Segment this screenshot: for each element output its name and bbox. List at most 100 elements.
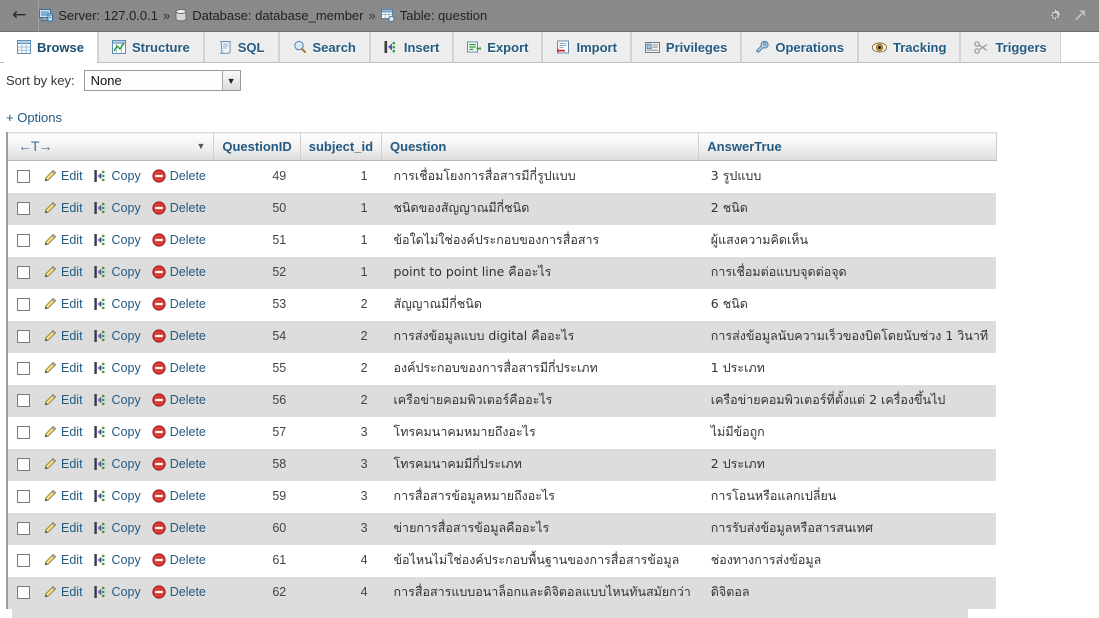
cell-answertrue: ผู้แสงความคิดเห็น xyxy=(710,232,809,247)
tab-search[interactable]: Search xyxy=(278,32,370,62)
edit-link[interactable]: Edit xyxy=(43,553,83,567)
tab-privileges[interactable]: Privileges xyxy=(630,32,742,62)
row-checkbox[interactable] xyxy=(17,297,30,311)
tab-browse[interactable]: Browse xyxy=(4,32,98,63)
gear-icon[interactable] xyxy=(1047,8,1063,24)
options-toggle-link[interactable]: + Options xyxy=(6,110,62,125)
header-questionid[interactable]: QuestionID xyxy=(213,132,301,161)
back-button[interactable]: ← xyxy=(6,7,36,24)
caret-down-icon[interactable]: ▼ xyxy=(196,141,205,151)
delete-icon xyxy=(152,361,166,375)
copy-link[interactable]: Copy xyxy=(93,521,141,535)
edit-link[interactable]: Edit xyxy=(43,457,83,471)
table-row[interactable]: Edit Copy Delete 61 4 ข้อไหนไม่ใช่องค์ประกอบพ… xyxy=(6,544,997,577)
delete-link[interactable]: Delete xyxy=(152,393,206,407)
delete-link[interactable]: Delete xyxy=(152,297,206,311)
tab-tracking[interactable]: Tracking xyxy=(857,32,961,62)
edit-link[interactable]: Edit xyxy=(43,361,83,375)
breadcrumb-table[interactable]: Table: question xyxy=(380,8,487,23)
table-row[interactable]: Edit Copy Delete 58 3 โทรคมนาคมมีกี่ประเภท 2 ป… xyxy=(6,448,997,481)
delete-link[interactable]: Delete xyxy=(152,585,206,599)
tab-insert[interactable]: Insert xyxy=(369,32,454,62)
row-checkbox[interactable] xyxy=(17,169,30,183)
delete-link[interactable]: Delete xyxy=(152,329,206,343)
copy-link[interactable]: Copy xyxy=(93,265,141,279)
delete-link[interactable]: Delete xyxy=(152,169,206,183)
header-subject-id[interactable]: subject_id xyxy=(300,132,383,161)
table-row[interactable]: Edit Copy Delete 59 3 การสื่อสารข้อมูลหมายถึง… xyxy=(6,480,997,513)
breadcrumb-server[interactable]: Server: 127.0.0.1 xyxy=(39,8,158,23)
tab-structure[interactable]: Structure xyxy=(97,32,204,62)
copy-link[interactable]: Copy xyxy=(93,489,141,503)
arrow-icon[interactable]: ↗ xyxy=(1073,7,1087,24)
delete-link[interactable]: Delete xyxy=(152,361,206,375)
row-checkbox[interactable] xyxy=(17,425,30,439)
delete-link[interactable]: Delete xyxy=(152,553,206,567)
edit-link[interactable]: Edit xyxy=(43,329,83,343)
row-checkbox[interactable] xyxy=(17,585,30,599)
table-row[interactable]: Edit Copy Delete 56 2 เครือข่ายคอมพิวเตอร์คือ… xyxy=(6,384,997,417)
tab-operations[interactable]: Operations xyxy=(741,32,858,62)
edit-link[interactable]: Edit xyxy=(43,585,83,599)
row-checkbox[interactable] xyxy=(17,521,30,535)
row-checkbox[interactable] xyxy=(17,265,30,279)
table-row[interactable]: Edit Copy Delete 55 2 องค์ประกอบของการสื่อสาร… xyxy=(6,352,997,385)
sort-by-key-select[interactable]: None ▼ xyxy=(83,70,241,91)
delete-link[interactable]: Delete xyxy=(152,201,206,215)
header-question[interactable]: Question xyxy=(381,132,700,161)
edit-link[interactable]: Edit xyxy=(43,425,83,439)
delete-link[interactable]: Delete xyxy=(152,265,206,279)
cell-answertrue: การส่งข้อมูลนับความเร็วของบิตโดยนับช่วง … xyxy=(710,328,989,343)
copy-link[interactable]: Copy xyxy=(93,201,141,215)
edit-link[interactable]: Edit xyxy=(43,169,83,183)
row-checkbox[interactable] xyxy=(17,361,30,375)
edit-link[interactable]: Edit xyxy=(43,521,83,535)
tab-sql[interactable]: SQL xyxy=(203,32,279,62)
copy-link[interactable]: Copy xyxy=(93,297,141,311)
edit-link[interactable]: Edit xyxy=(43,201,83,215)
copy-link[interactable]: Copy xyxy=(93,425,141,439)
copy-link[interactable]: Copy xyxy=(93,553,141,567)
table-row[interactable]: Edit Copy Delete 49 1 การเชื่อมโยงการสื่อสารม… xyxy=(6,160,997,193)
header-answertrue[interactable]: AnswerTrue xyxy=(698,132,997,161)
row-checkbox[interactable] xyxy=(17,553,30,567)
tab-export[interactable]: Export xyxy=(453,32,543,62)
tab-import[interactable]: Import xyxy=(542,32,631,62)
delete-link[interactable]: Delete xyxy=(152,233,206,247)
delete-link[interactable]: Delete xyxy=(152,489,206,503)
table-row[interactable]: Edit Copy Delete 62 4 การสื่อสารแบบอนาล็อกและ… xyxy=(6,576,997,609)
cell-questionid: 53 xyxy=(272,297,287,311)
row-checkbox[interactable] xyxy=(17,329,30,343)
table-row[interactable]: Edit Copy Delete 53 2 สัญญาณมีกี่ชนิด 6 ชนิด xyxy=(6,288,997,321)
copy-link[interactable]: Copy xyxy=(93,393,141,407)
edit-link[interactable]: Edit xyxy=(43,297,83,311)
options-row: + Options xyxy=(0,97,1099,132)
copy-link[interactable]: Copy xyxy=(93,233,141,247)
header-actions[interactable]: ←T→ ▼ xyxy=(6,132,215,161)
table-row[interactable]: Edit Copy Delete 51 1 ข้อใดไม่ใช่องค์ประกอบขอ… xyxy=(6,224,997,257)
copy-link[interactable]: Copy xyxy=(93,361,141,375)
edit-link[interactable]: Edit xyxy=(43,489,83,503)
tab-triggers[interactable]: Triggers xyxy=(960,32,1061,62)
delete-link[interactable]: Delete xyxy=(152,457,206,471)
row-checkbox[interactable] xyxy=(17,489,30,503)
table-row[interactable]: Edit Copy Delete 60 3 ข่ายการสื่อสารข้อมูลคือ… xyxy=(6,512,997,545)
copy-link[interactable]: Copy xyxy=(93,457,141,471)
table-row[interactable]: Edit Copy Delete 50 1 ชนิดของสัญญาณมีกี่ชนิด 2… xyxy=(6,192,997,225)
row-checkbox[interactable] xyxy=(17,393,30,407)
delete-link[interactable]: Delete xyxy=(152,521,206,535)
edit-link[interactable]: Edit xyxy=(43,265,83,279)
row-checkbox[interactable] xyxy=(17,233,30,247)
table-row[interactable]: Edit Copy Delete 52 1 point to point line คือ… xyxy=(6,256,997,289)
delete-link[interactable]: Delete xyxy=(152,425,206,439)
edit-link[interactable]: Edit xyxy=(43,393,83,407)
row-checkbox[interactable] xyxy=(17,457,30,471)
edit-link[interactable]: Edit xyxy=(43,233,83,247)
table-row[interactable]: Edit Copy Delete 54 2 การส่งข้อมูลแบบ digital… xyxy=(6,320,997,353)
copy-link[interactable]: Copy xyxy=(93,169,141,183)
table-row[interactable]: Edit Copy Delete 57 3 โทรคมนาคมหมายถึงอะไร ไม่… xyxy=(6,416,997,449)
breadcrumb-database[interactable]: Database: database_member xyxy=(175,8,364,23)
copy-link[interactable]: Copy xyxy=(93,585,141,599)
copy-link[interactable]: Copy xyxy=(93,329,141,343)
row-checkbox[interactable] xyxy=(17,201,30,215)
